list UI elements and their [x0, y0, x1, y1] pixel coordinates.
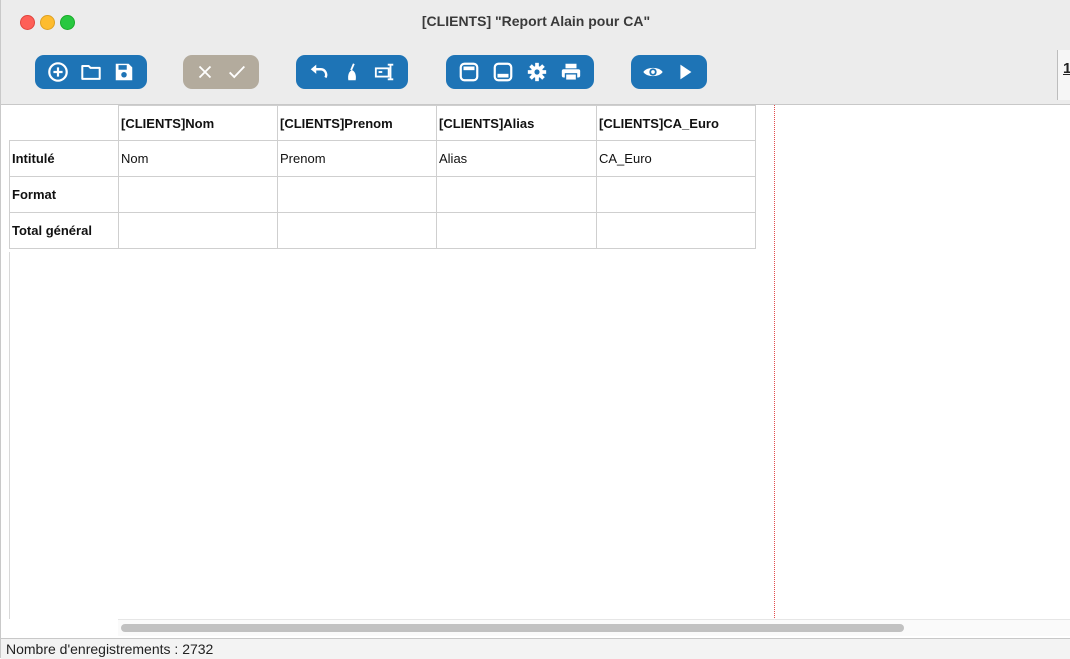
- cancel-icon[interactable]: [191, 58, 219, 86]
- column-header[interactable]: [CLIENTS]Prenom: [277, 105, 437, 141]
- gear-icon[interactable]: [523, 58, 551, 86]
- column-header[interactable]: [CLIENTS]Alias: [436, 105, 597, 141]
- report-editor-window: [CLIENTS] "Report Alain pour CA" 1 [CLIE…: [0, 0, 1070, 659]
- row-label[interactable]: Format: [9, 176, 119, 213]
- layout-button-group: [446, 55, 594, 89]
- grid-cell[interactable]: Alias: [436, 140, 597, 177]
- toolbar-overflow-label: 1: [1063, 60, 1070, 77]
- add-circle-icon[interactable]: [44, 58, 72, 86]
- report-grid-area: [CLIENTS]Nom [CLIENTS]Prenom [CLIENTS]Al…: [1, 105, 1070, 638]
- play-icon[interactable]: [671, 58, 699, 86]
- left-gutter-divider: [9, 252, 10, 619]
- title-bar[interactable]: [CLIENTS] "Report Alain pour CA": [1, 0, 1070, 43]
- grid-corner: [9, 105, 119, 141]
- grid-row-total: Total général: [9, 212, 756, 249]
- save-icon[interactable]: [110, 58, 138, 86]
- grid-cell[interactable]: [596, 212, 756, 249]
- column-header[interactable]: [CLIENTS]CA_Euro: [596, 105, 756, 141]
- grid-cell[interactable]: Prenom: [277, 140, 437, 177]
- undo-icon[interactable]: [305, 58, 333, 86]
- column-header[interactable]: [CLIENTS]Nom: [118, 105, 278, 141]
- row-label[interactable]: Intitulé: [9, 140, 119, 177]
- grid-cell[interactable]: [436, 176, 597, 213]
- report-grid: [CLIENTS]Nom [CLIENTS]Prenom [CLIENTS]Al…: [9, 105, 756, 249]
- preview-button-group: [631, 55, 707, 89]
- file-button-group: [35, 55, 147, 89]
- clear-icon[interactable]: [338, 58, 366, 86]
- check-icon[interactable]: [223, 58, 251, 86]
- grid-cell[interactable]: CA_Euro: [596, 140, 756, 177]
- print-icon[interactable]: [557, 58, 585, 86]
- validate-button-group: [183, 55, 259, 89]
- horizontal-scrollbar-thumb[interactable]: [121, 624, 904, 632]
- grid-cell[interactable]: [118, 212, 278, 249]
- grid-cell[interactable]: [277, 176, 437, 213]
- folder-icon[interactable]: [77, 58, 105, 86]
- status-bar: Nombre d'enregistrements : 2732: [1, 638, 1070, 659]
- grid-cell[interactable]: [436, 212, 597, 249]
- window-title: [CLIENTS] "Report Alain pour CA": [421, 13, 651, 29]
- page-margin-line[interactable]: [774, 105, 775, 618]
- grid-cell[interactable]: [596, 176, 756, 213]
- eye-icon[interactable]: [639, 58, 667, 86]
- horizontal-scrollbar[interactable]: [118, 619, 1070, 636]
- grid-cell[interactable]: Nom: [118, 140, 278, 177]
- record-count-label: Nombre d'enregistrements : 2732: [6, 641, 214, 657]
- edit-button-group: [296, 55, 408, 89]
- field-icon[interactable]: [371, 58, 399, 86]
- row-label[interactable]: Total général: [9, 212, 119, 249]
- toolbar: 1: [1, 42, 1070, 105]
- column-header-row: [CLIENTS]Nom [CLIENTS]Prenom [CLIENTS]Al…: [9, 105, 756, 141]
- header-panel-icon[interactable]: [455, 58, 483, 86]
- grid-row-format: Format: [9, 176, 756, 213]
- grid-row-intitule: Intitulé Nom Prenom Alias CA_Euro: [9, 140, 756, 177]
- grid-cell[interactable]: [277, 212, 437, 249]
- footer-panel-icon[interactable]: [489, 58, 517, 86]
- grid-cell[interactable]: [118, 176, 278, 213]
